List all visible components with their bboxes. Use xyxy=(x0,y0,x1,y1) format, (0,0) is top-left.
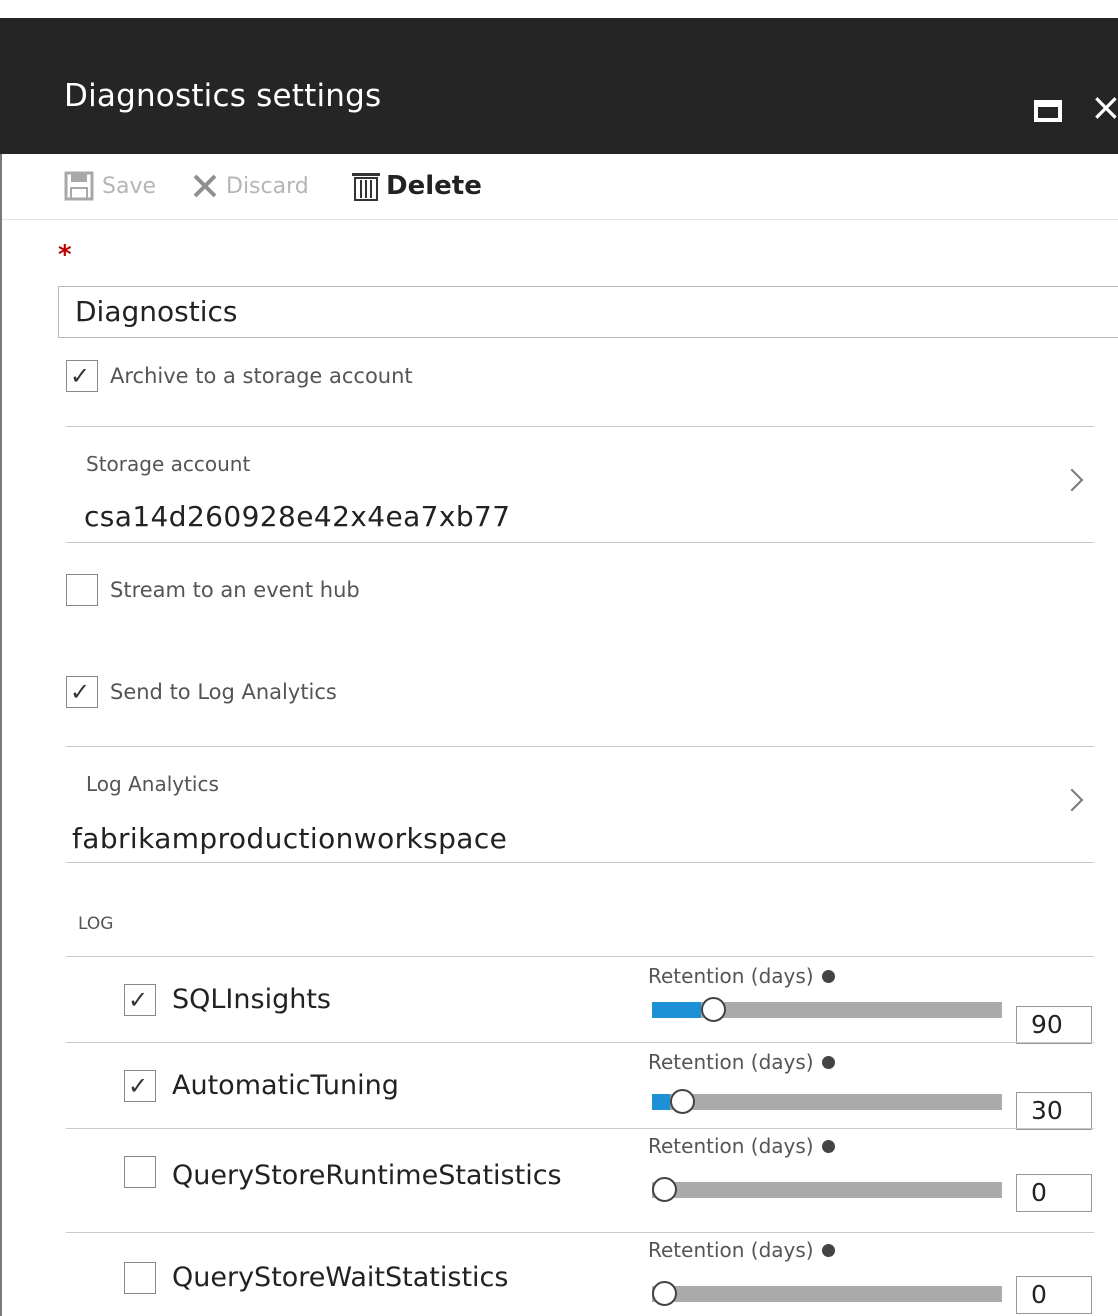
retention-input[interactable]: 0 xyxy=(1016,1276,1092,1314)
divider xyxy=(66,542,1094,543)
retention-label-text: Retention (days) xyxy=(648,1238,814,1262)
divider xyxy=(66,1232,1094,1233)
info-icon[interactable] xyxy=(821,969,835,983)
log-name: QueryStoreRuntimeStatistics xyxy=(172,1160,562,1191)
save-icon xyxy=(64,171,94,201)
save-label: Save xyxy=(102,173,157,199)
stream-checkbox-row[interactable]: Stream to an event hub xyxy=(66,574,360,606)
checkmark-icon: ✓ xyxy=(128,1072,149,1100)
top-band xyxy=(0,0,1118,18)
slider-thumb[interactable] xyxy=(701,997,726,1022)
close-icon[interactable]: × xyxy=(1090,88,1118,126)
retention-slider[interactable] xyxy=(652,1281,1002,1306)
log-name: SQLInsights xyxy=(172,984,331,1015)
required-marker: * xyxy=(58,240,72,270)
retention-label: Retention (days) xyxy=(648,1134,835,1158)
divider xyxy=(66,862,1094,863)
divider xyxy=(66,1128,1094,1129)
slider-fill xyxy=(652,1002,701,1018)
discard-button[interactable]: Discard xyxy=(192,168,309,204)
discard-icon xyxy=(193,174,217,198)
log-row-sqlinsights: ✓ SQLInsights Retention (days) 90 xyxy=(66,960,1118,1048)
retention-input[interactable]: 30 xyxy=(1016,1092,1092,1130)
storage-account-label: Storage account xyxy=(86,452,251,476)
info-icon[interactable] xyxy=(821,1055,835,1069)
retention-label: Retention (days) xyxy=(648,1050,835,1074)
log-checkbox[interactable] xyxy=(124,1156,156,1188)
settings-panel: Save Discard Delete * Diagnostics ✓ Arch… xyxy=(0,154,1118,1316)
divider xyxy=(66,426,1094,427)
log-analytics-value[interactable]: fabrikamproductionworkspace xyxy=(72,822,507,855)
retention-slider[interactable] xyxy=(652,1089,1002,1114)
archive-checkbox-row[interactable]: ✓ Archive to a storage account xyxy=(66,360,413,392)
toolbar: Save Discard Delete xyxy=(2,154,1118,220)
chevron-right-icon[interactable] xyxy=(1060,788,1084,812)
checkmark-icon: ✓ xyxy=(128,986,149,1014)
log-checkbox[interactable]: ✓ xyxy=(124,984,156,1016)
log-name: QueryStoreWaitStatistics xyxy=(172,1262,509,1293)
name-input[interactable]: Diagnostics xyxy=(58,286,1118,338)
log-checkbox[interactable]: ✓ xyxy=(124,1070,156,1102)
retention-label-text: Retention (days) xyxy=(648,1050,814,1074)
log-analytics-label: Log Analytics xyxy=(86,772,219,796)
log-row-querystorewaitstatistics: QueryStoreWaitStatistics Retention (days… xyxy=(66,1236,1118,1316)
blade-header: Diagnostics settings × xyxy=(0,18,1118,154)
retention-slider[interactable] xyxy=(652,1177,1002,1202)
retention-input[interactable]: 90 xyxy=(1016,1006,1092,1044)
log-row-querystoreruntimestatistics: QueryStoreRuntimeStatistics Retention (d… xyxy=(66,1132,1118,1220)
divider xyxy=(66,956,1094,957)
checkmark-icon: ✓ xyxy=(70,678,91,706)
maximize-icon[interactable] xyxy=(1034,100,1062,122)
trash-icon xyxy=(352,173,380,201)
retention-label-text: Retention (days) xyxy=(648,1134,814,1158)
slider-thumb[interactable] xyxy=(670,1089,695,1114)
storage-account-value[interactable]: csa14d260928e42x4ea7xb77 xyxy=(84,500,510,533)
retention-label: Retention (days) xyxy=(648,1238,835,1262)
discard-label: Discard xyxy=(226,173,309,199)
archive-checkbox[interactable]: ✓ xyxy=(66,360,98,392)
slider-thumb[interactable] xyxy=(652,1177,677,1202)
log-row-automatictuning: ✓ AutomaticTuning Retention (days) 30 xyxy=(66,1046,1118,1134)
save-button[interactable]: Save xyxy=(64,168,156,204)
archive-label: Archive to a storage account xyxy=(110,364,413,388)
log-analytics-checkbox[interactable]: ✓ xyxy=(66,676,98,708)
stream-checkbox[interactable] xyxy=(66,574,98,606)
divider xyxy=(66,1042,1094,1043)
info-icon[interactable] xyxy=(821,1243,835,1257)
delete-label: Delete xyxy=(386,171,482,201)
checkmark-icon: ✓ xyxy=(70,362,91,390)
slider-fill xyxy=(652,1094,670,1110)
divider xyxy=(66,746,1094,747)
log-checkbox[interactable] xyxy=(124,1262,156,1294)
retention-label: Retention (days) xyxy=(648,964,835,988)
chevron-right-icon[interactable] xyxy=(1060,468,1084,492)
log-analytics-checkbox-row[interactable]: ✓ Send to Log Analytics xyxy=(66,676,337,708)
page-title: Diagnostics settings xyxy=(64,78,382,114)
stream-label: Stream to an event hub xyxy=(110,578,360,602)
log-section-header: LOG xyxy=(78,914,114,934)
retention-label-text: Retention (days) xyxy=(648,964,814,988)
retention-input[interactable]: 0 xyxy=(1016,1174,1092,1212)
slider-thumb[interactable] xyxy=(652,1281,677,1306)
delete-button[interactable]: Delete xyxy=(350,168,482,204)
retention-slider[interactable] xyxy=(652,997,1002,1022)
log-name: AutomaticTuning xyxy=(172,1070,399,1101)
info-icon[interactable] xyxy=(821,1139,835,1153)
log-analytics-send-label: Send to Log Analytics xyxy=(110,680,337,704)
